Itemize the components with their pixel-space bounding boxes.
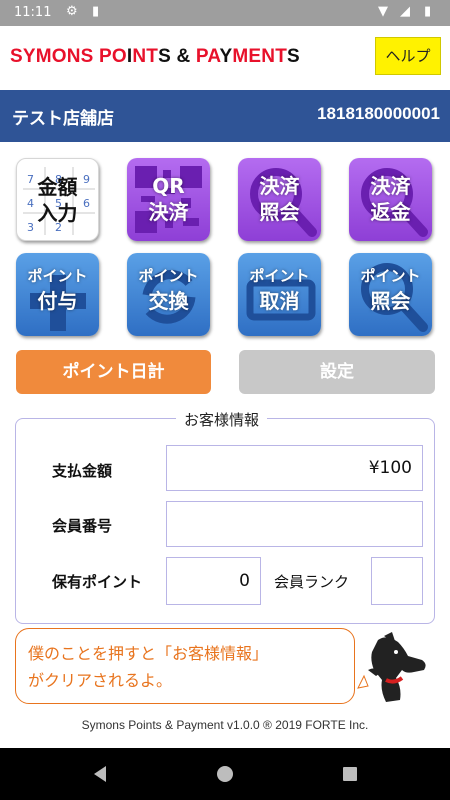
payment-refund-button[interactable]: 決済 返金 [349, 158, 432, 241]
brand-segment: NT [132, 46, 159, 67]
tile-label-line1: ポイント [249, 267, 310, 285]
speech-bubble: 僕のことを押すと「お客様情報」 がクリアされるよ。 [15, 628, 355, 704]
signal-icon: ◢ [400, 4, 410, 19]
help-button[interactable]: ヘルプ [375, 37, 441, 75]
bubble-line2: がクリアされるよ。 [28, 671, 173, 690]
tile-label-line2: 交換 [148, 289, 189, 313]
payment-inquiry-button[interactable]: 決済 照会 [238, 158, 321, 241]
brand-segment: MENT [232, 46, 288, 67]
android-nav-bar [0, 748, 450, 800]
bubble-text: 僕のことを押すと「お客様情報」 がクリアされるよ。 [28, 640, 268, 694]
panel-title: お客様情報 [176, 409, 268, 430]
tile-label-line2: 付与 [37, 289, 78, 313]
sd-card-icon: ▮ [92, 4, 100, 19]
tile-label-line2: 照会 [370, 289, 411, 313]
daily-points-button[interactable]: ポイント日計 [16, 350, 211, 394]
tile-label-line2: 入力 [37, 201, 78, 225]
home-icon[interactable] [215, 764, 235, 784]
customer-info-panel: お客様情報 支払金額 ¥100 会員番号 保有ポイント 0 会員ランク [15, 409, 435, 624]
tile-label-line2: 返金 [370, 200, 411, 224]
point-inquiry-button[interactable]: ポイント 照会 [349, 253, 432, 336]
footer-copyright: Symons Points & Payment v1.0.0 ® 2019 FO… [81, 718, 369, 732]
tile-label-line1: ポイント [27, 267, 88, 285]
member-number-field[interactable] [166, 501, 423, 547]
tile-label-line1: ポイント [138, 267, 199, 285]
brand-segment: S [287, 46, 300, 67]
point-grant-button[interactable]: ポイント 付与 [16, 253, 99, 336]
tile-label-line2: 決済 [148, 200, 189, 224]
held-points-field: 0 [166, 557, 261, 605]
recents-icon[interactable] [340, 764, 360, 784]
tile-label-line2: 照会 [259, 200, 300, 224]
brand-segment: S [158, 46, 171, 67]
held-points-label: 保有ポイント [52, 573, 143, 591]
store-id: 1818180000001 [317, 104, 440, 123]
point-exchange-button[interactable]: ポイント 交換 [127, 253, 210, 336]
battery-icon: ▮ [424, 4, 432, 19]
settings-icon: ⚙ [66, 4, 78, 19]
tile-label-line1: 決済 [259, 174, 300, 198]
brand-segment: & [170, 46, 196, 67]
tile-label-line1: ポイント [360, 267, 421, 285]
settings-button[interactable]: 設定 [239, 350, 435, 394]
member-rank-label: 会員ランク [274, 573, 350, 591]
store-bar: テスト店舗店 1818180000001 [0, 90, 450, 142]
brand-segment: PO [99, 46, 127, 67]
keypad-icon: 7 8 9 4 5 6 3 2 [23, 167, 95, 235]
brand-segment: SYMONS [10, 46, 100, 67]
dog-mascot-icon[interactable] [356, 630, 438, 706]
status-bar: 11:11 ⚙ ▮ ▼ ◢ ▮ [0, 0, 450, 26]
store-name: テスト店舗店 [12, 109, 114, 129]
app-title: SYMONS POINTS & PAYMENTS [10, 46, 300, 68]
wifi-icon: ▼ [378, 4, 388, 19]
bubble-line1: 僕のことを押すと「お客様情報」 [28, 644, 269, 663]
member-number-label: 会員番号 [52, 517, 113, 535]
member-rank-field [371, 557, 423, 605]
amount-input-button[interactable]: 7 8 9 4 5 6 3 2 金額 入力 [16, 158, 99, 241]
tile-label-line1: 決済 [370, 174, 411, 198]
point-cancel-button[interactable]: ポイント 取消 [238, 253, 321, 336]
back-icon[interactable] [90, 764, 110, 784]
payment-amount-field[interactable]: ¥100 [166, 445, 423, 491]
payment-amount-label: 支払金額 [52, 462, 113, 480]
tile-label-line2: 取消 [259, 289, 300, 313]
tile-label-line1: 金額 [37, 175, 78, 199]
brand-segment: PA [195, 46, 220, 67]
tile-label-line1: QR [152, 174, 185, 198]
qr-payment-button[interactable]: QR 決済 [127, 158, 210, 241]
app-header: SYMONS POINTS & PAYMENTS ヘルプ [0, 26, 450, 88]
status-time: 11:11 [14, 5, 52, 20]
brand-segment: Y [219, 46, 233, 67]
